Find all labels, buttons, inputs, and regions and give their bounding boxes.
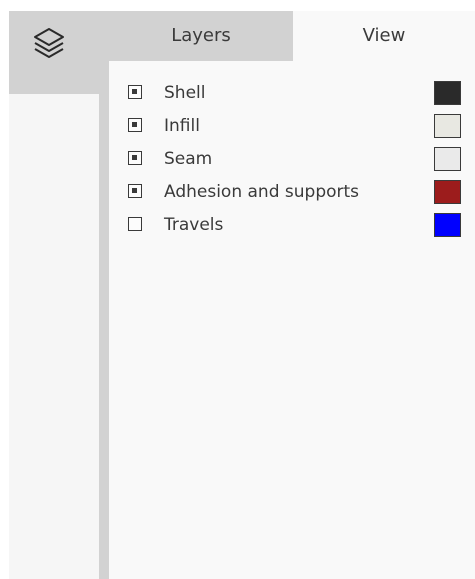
layer-view-window: Layers View Shell Infill Seam Adhesion a… <box>0 0 475 579</box>
view-option-row[interactable]: Travels <box>126 213 475 239</box>
infill-label: Infill <box>164 116 200 136</box>
checkbox-check-mark <box>132 122 137 127</box>
checkbox-check-mark <box>132 89 137 94</box>
seam-checkbox[interactable] <box>128 151 142 165</box>
adhesion-supports-color-swatch <box>434 180 461 204</box>
checkbox-check-mark <box>132 188 137 193</box>
view-option-row[interactable]: Shell <box>126 81 475 107</box>
side-rail <box>9 11 99 579</box>
seam-color-swatch <box>434 147 461 171</box>
view-option-row[interactable]: Infill <box>126 114 475 140</box>
checkbox-check-mark <box>132 155 137 160</box>
adhesion-supports-label: Adhesion and supports <box>164 182 360 202</box>
shell-color-swatch <box>434 81 461 105</box>
travels-checkbox[interactable] <box>128 217 142 231</box>
travels-color-swatch <box>434 213 461 237</box>
infill-color-swatch <box>434 114 461 138</box>
tab-view[interactable]: View <box>293 11 475 61</box>
seam-label: Seam <box>164 149 213 169</box>
travels-label: Travels <box>164 215 224 235</box>
shell-checkbox[interactable] <box>128 85 142 99</box>
shell-label: Shell <box>164 83 206 103</box>
panel-divider <box>99 94 109 579</box>
view-option-row[interactable]: Adhesion and supports <box>126 180 475 206</box>
infill-checkbox[interactable] <box>128 118 142 132</box>
adhesion-supports-checkbox[interactable] <box>128 184 142 198</box>
tab-layers[interactable]: Layers <box>109 11 293 61</box>
view-option-row[interactable]: Seam <box>126 147 475 173</box>
layers-stack-icon[interactable] <box>28 24 70 66</box>
